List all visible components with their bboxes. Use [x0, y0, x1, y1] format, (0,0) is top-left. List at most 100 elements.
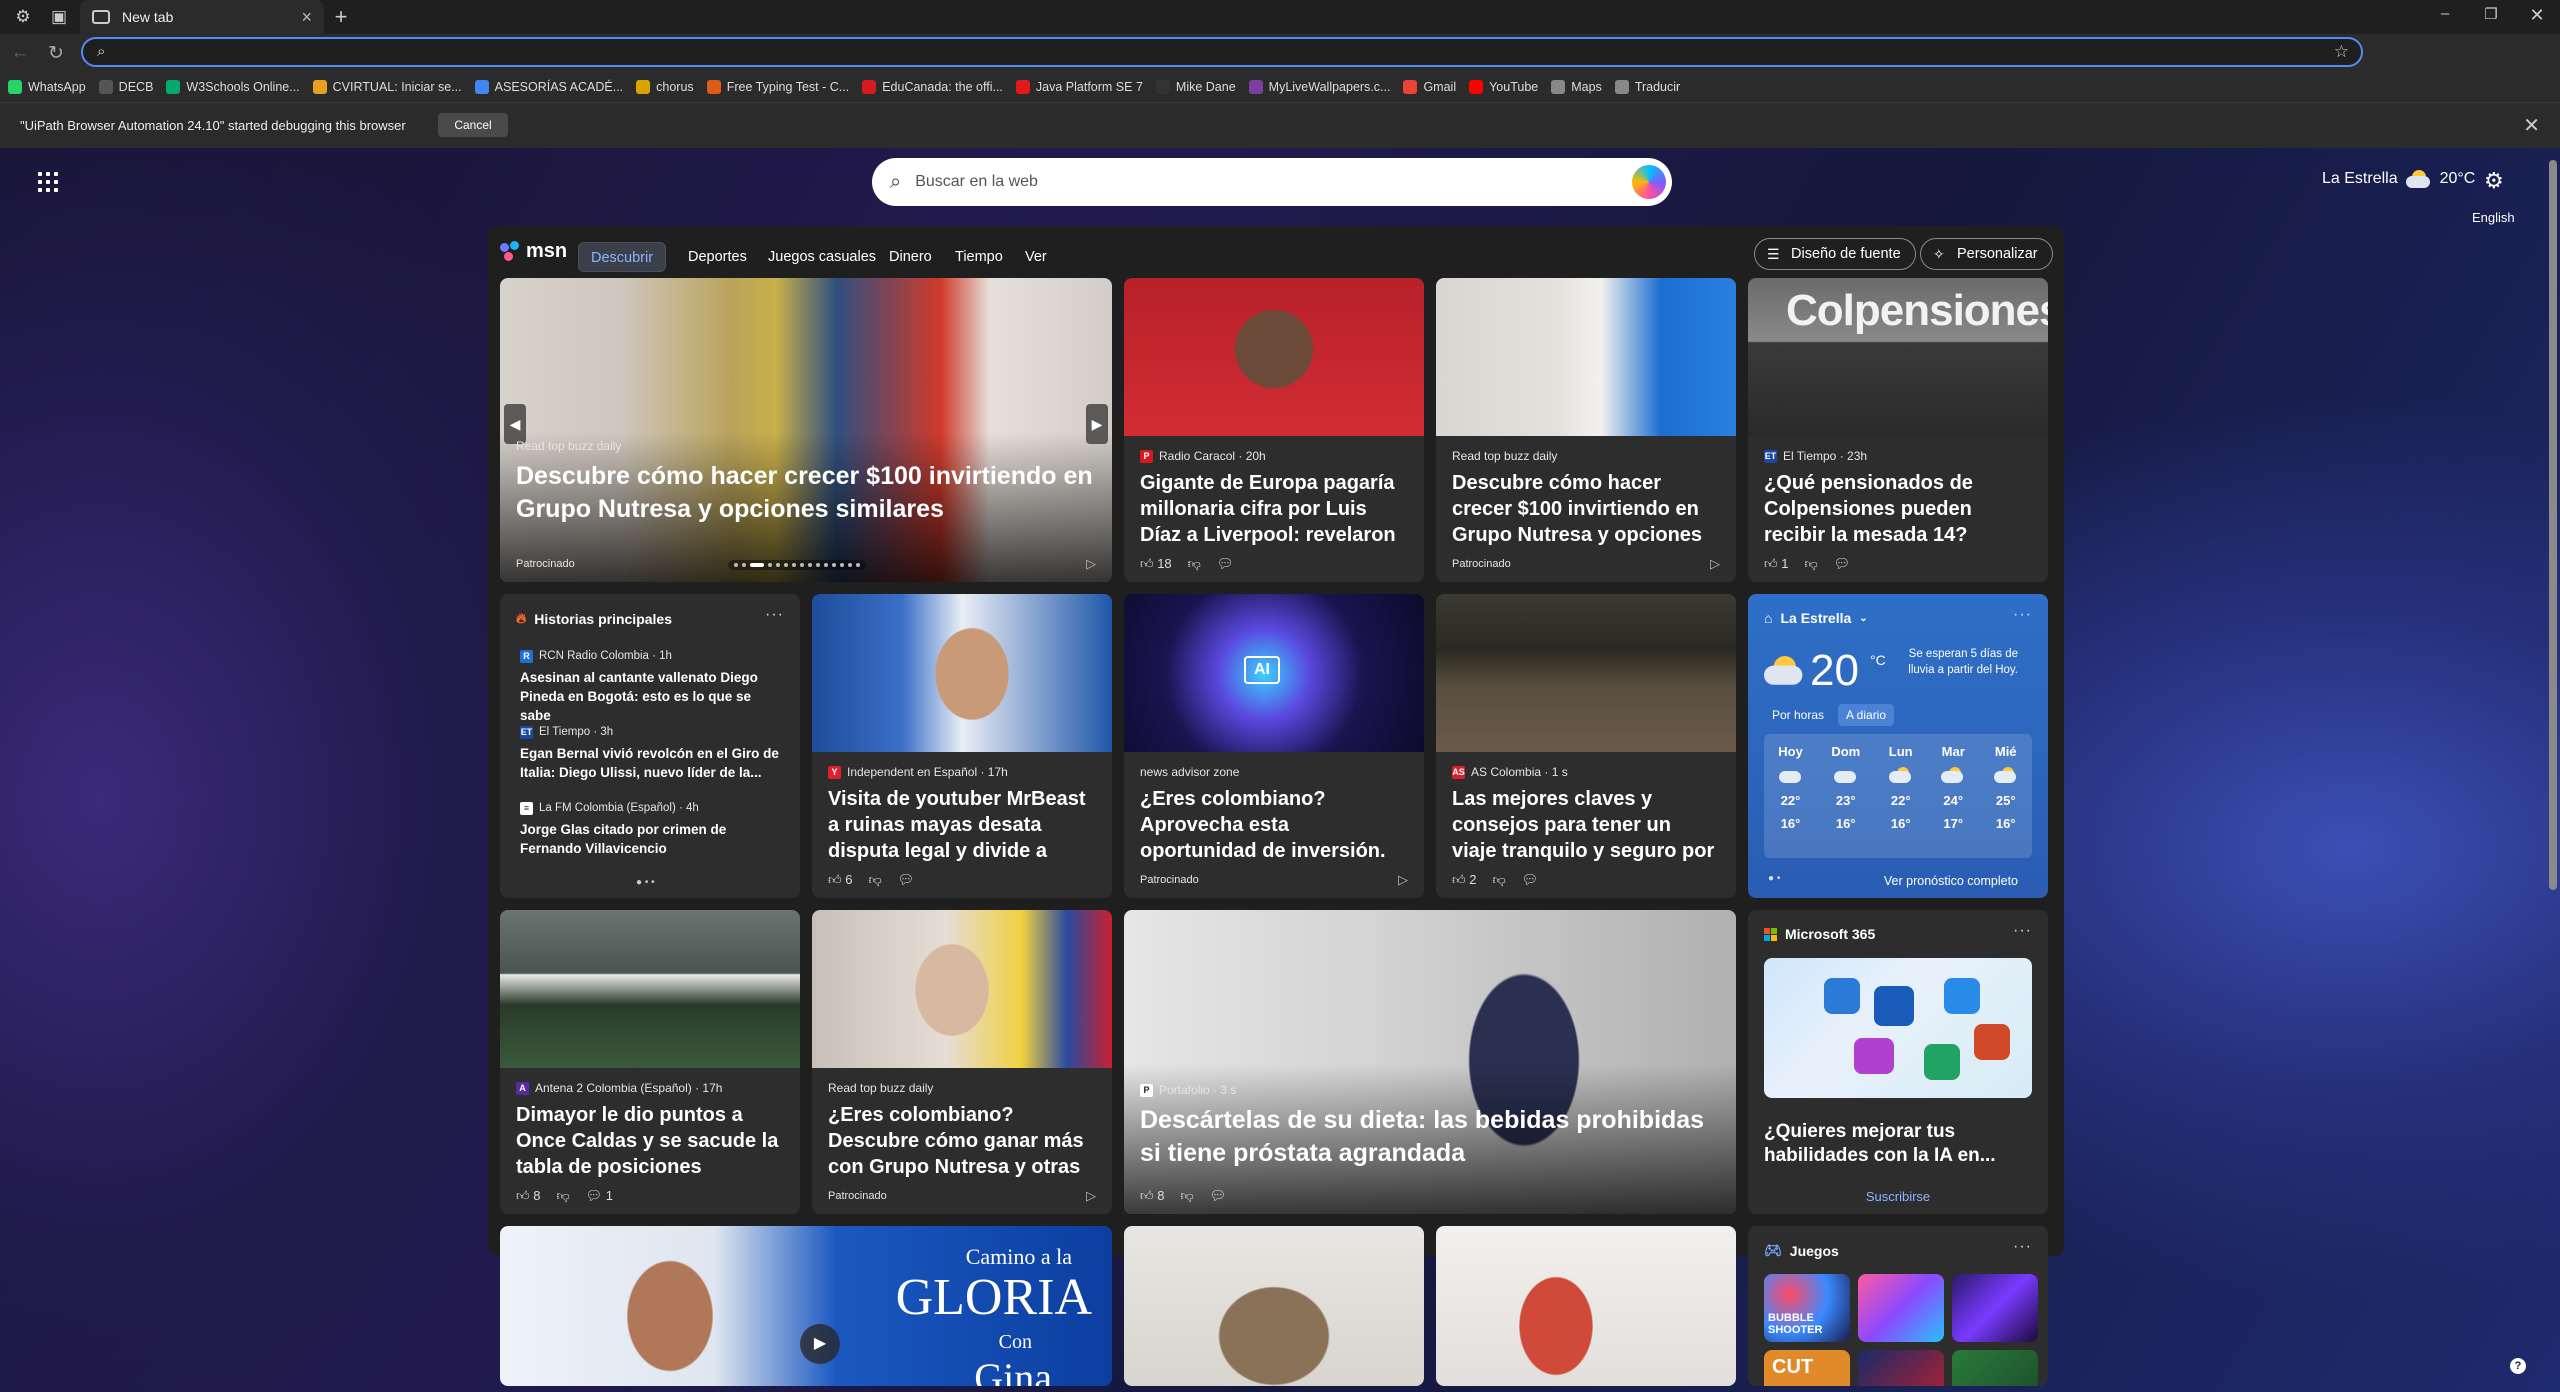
story-item[interactable]: ≡ La FM Colombia (Español) · 4h Jorge Gla… — [520, 800, 784, 858]
adchoices-icon[interactable]: ▷ — [1710, 556, 1720, 572]
like-icon[interactable]: 👍︎ 6 — [828, 872, 852, 888]
forecast-day[interactable]: Lun 22° 16° — [1888, 744, 1913, 858]
game-tile[interactable] — [1952, 1274, 2038, 1342]
weather-location[interactable]: La Estrella — [1780, 610, 1851, 626]
play-icon[interactable]: ▶ — [800, 1324, 840, 1364]
adchoices-icon[interactable]: ▷ — [1398, 872, 1408, 888]
bookmark-item[interactable]: CVIRTUAL: Iniciar se... — [312, 80, 462, 94]
microsoft-365-widget[interactable]: Microsoft 365 ··· ¿Quieres mejorar tus h… — [1748, 910, 2048, 1214]
bookmark-item[interactable]: Gmail — [1403, 80, 1456, 94]
bookmark-item[interactable]: EduCanada: the offi... — [862, 80, 1003, 94]
weather-note[interactable]: Se esperan 5 días de lluvia a partir del… — [1898, 646, 2018, 678]
dislike-icon[interactable]: 👎︎ — [556, 1188, 569, 1204]
msn-logo[interactable]: msn — [500, 240, 567, 263]
game-tile[interactable]: BUBBLE SHOOTER — [1764, 1274, 1850, 1342]
adchoices-icon[interactable]: ▷ — [1086, 1188, 1096, 1204]
like-icon[interactable]: 👍︎ 2 — [1452, 872, 1476, 888]
carousel-dots[interactable] — [728, 560, 866, 570]
dislike-icon[interactable]: 👎︎ — [1188, 556, 1201, 572]
tab-daily[interactable]: A diario — [1838, 704, 1895, 726]
news-card[interactable] — [1124, 1226, 1424, 1386]
tab-dinero[interactable]: Dinero — [889, 242, 932, 272]
bookmark-item[interactable]: W3Schools Online... — [166, 80, 300, 94]
close-tab-icon[interactable]: × — [301, 7, 312, 28]
news-card[interactable]: P Radio Caracol · 20h Gigante de Europa p… — [1124, 278, 1424, 582]
like-icon[interactable]: 👍︎ 8 — [1140, 1188, 1164, 1204]
card-title[interactable]: ¿Qué pensionados de Colpensiones pueden … — [1764, 470, 2032, 548]
bookmark-item[interactable]: ASESORÍAS ACADÉ... — [474, 80, 623, 94]
more-options-icon[interactable]: ··· — [2013, 922, 2032, 940]
close-window-icon[interactable]: ✕ — [2522, 5, 2552, 26]
card-title[interactable]: Descártelas de su dieta: las bebidas pro… — [1140, 1104, 1720, 1170]
news-card[interactable]: A Antena 2 Colombia (Español) · 17h Dimay… — [500, 910, 800, 1214]
apps-launcher-icon[interactable] — [38, 172, 58, 192]
help-icon[interactable]: ? — [2510, 1358, 2526, 1374]
forecast-day[interactable]: Mié 25° 16° — [1993, 744, 2018, 858]
card-title[interactable]: Visita de youtuber MrBeast a ruinas maya… — [828, 786, 1096, 864]
game-tile[interactable]: CUT — [1764, 1350, 1850, 1386]
close-infobar-icon[interactable]: ✕ — [2523, 113, 2540, 138]
comment-icon[interactable]: 💬︎ — [1834, 556, 1851, 572]
dislike-icon[interactable]: 👎︎ — [1180, 1188, 1193, 1204]
card-title[interactable]: ¿Eres colombiano? Aprovecha esta oportun… — [1140, 786, 1408, 864]
vertical-tabs-icon[interactable]: ▣ — [48, 6, 70, 28]
tab-hourly[interactable]: Por horas — [1764, 704, 1832, 726]
card-title[interactable]: Las mejores claves y consejos para tener… — [1452, 786, 1720, 864]
page-settings-icon[interactable]: ⚙ — [2484, 168, 2504, 194]
scrollbar[interactable] — [2549, 160, 2557, 890]
card-title[interactable]: ¿Eres colombiano? Descubre cómo ganar má… — [828, 1102, 1096, 1180]
game-tile[interactable] — [1858, 1274, 1944, 1342]
pager-dots[interactable]: ● • • — [636, 877, 655, 888]
weather-summary[interactable]: La Estrella 20°C — [2322, 170, 2475, 188]
comment-icon[interactable]: 💬︎ 1 — [586, 1188, 613, 1204]
news-card[interactable]: AS AS Colombia · 1 s Las mejores claves y… — [1436, 594, 1736, 898]
dislike-icon[interactable]: 👎︎ — [1804, 556, 1817, 572]
feed-layout-button[interactable]: ☰ Diseño de fuente — [1754, 238, 1916, 270]
new-tab-icon[interactable]: + — [330, 6, 352, 28]
weather-widget[interactable]: ⌂ La Estrella ⌄ ··· 20 °C Se esperan 5 día… — [1748, 594, 2048, 898]
dislike-icon[interactable]: 👎︎ — [1492, 872, 1505, 888]
language-label[interactable]: English — [2472, 210, 2515, 225]
news-card[interactable]: Y Independent en Español · 17h Visita de … — [812, 594, 1112, 898]
bookmark-item[interactable]: YouTube — [1469, 80, 1538, 94]
copilot-icon[interactable] — [1632, 165, 1666, 199]
story-title[interactable]: Asesinan al cantante vallenato Diego Pin… — [520, 668, 784, 725]
tab-new-tab[interactable]: New tab × — [80, 0, 324, 34]
game-tile[interactable] — [1952, 1350, 2038, 1386]
address-bar[interactable]: ⌕ ☆ — [81, 37, 2363, 67]
tab-juegos-casuales[interactable]: Juegos casuales — [768, 242, 876, 272]
dislike-icon[interactable]: 👎︎ — [868, 872, 881, 888]
sponsored-card[interactable]: Read top buzz daily Descubre cómo hacer … — [1436, 278, 1736, 582]
restore-icon[interactable]: ❐ — [2476, 5, 2506, 23]
refresh-icon[interactable]: ↻ — [44, 42, 68, 65]
games-widget[interactable]: 🎮︎ Juegos ··· BUBBLE SHOOTER CUT — [1748, 1226, 2048, 1386]
hero-card[interactable]: ◀ ▶ Read top buzz daily Descubre cómo ha… — [500, 278, 1112, 582]
adchoices-icon[interactable]: ▷ — [1086, 556, 1096, 572]
story-item[interactable]: R RCN Radio Colombia · 1h Asesinan al can… — [520, 648, 784, 725]
m365-text[interactable]: ¿Quieres mejorar tus habilidades con la … — [1764, 1120, 2032, 1168]
like-icon[interactable]: 👍︎ 18 — [1140, 556, 1172, 572]
cancel-button[interactable]: Cancel — [438, 113, 508, 137]
more-options-icon[interactable]: ··· — [2013, 1238, 2032, 1256]
bookmark-item[interactable]: Mike Dane — [1155, 80, 1236, 94]
video-card[interactable]: ▶ Camino a la GLORIA Con Gina — [500, 1226, 1112, 1386]
tab-descubrir[interactable]: Descubrir — [578, 242, 667, 272]
news-card-large[interactable]: P Portafolio · 3 s Descártelas de su diet… — [1124, 910, 1736, 1214]
card-title[interactable]: Descubre cómo hacer crecer $100 invirtie… — [516, 460, 1096, 526]
bookmark-item[interactable]: Traducir — [1614, 80, 1680, 94]
news-card[interactable] — [1436, 1226, 1736, 1386]
tab-ver[interactable]: Ver — [1025, 242, 1047, 272]
story-title[interactable]: Egan Bernal vivió revolcón en el Giro de… — [520, 744, 784, 782]
story-title[interactable]: Jorge Glas citado por crimen de Fernando… — [520, 820, 784, 858]
chevron-down-icon[interactable]: ⌄ — [1859, 613, 1867, 624]
like-icon[interactable]: 👍︎ 1 — [1764, 556, 1788, 572]
subscribe-link[interactable]: Suscribirse — [1748, 1189, 2048, 1204]
comment-icon[interactable]: 💬︎ — [1217, 556, 1234, 572]
forecast-day[interactable]: Dom 23° 16° — [1831, 744, 1860, 858]
sponsored-card[interactable]: Read top buzz daily ¿Eres colombiano? De… — [812, 910, 1112, 1214]
card-title[interactable]: Dimayor le dio puntos a Once Caldas y se… — [516, 1102, 784, 1180]
personalize-button[interactable]: ✧ Personalizar — [1920, 238, 2053, 270]
more-options-icon[interactable]: ··· — [765, 606, 784, 624]
bookmark-item[interactable]: chorus — [636, 80, 694, 94]
card-title[interactable]: Descubre cómo hacer crecer $100 invirtie… — [1452, 470, 1720, 548]
